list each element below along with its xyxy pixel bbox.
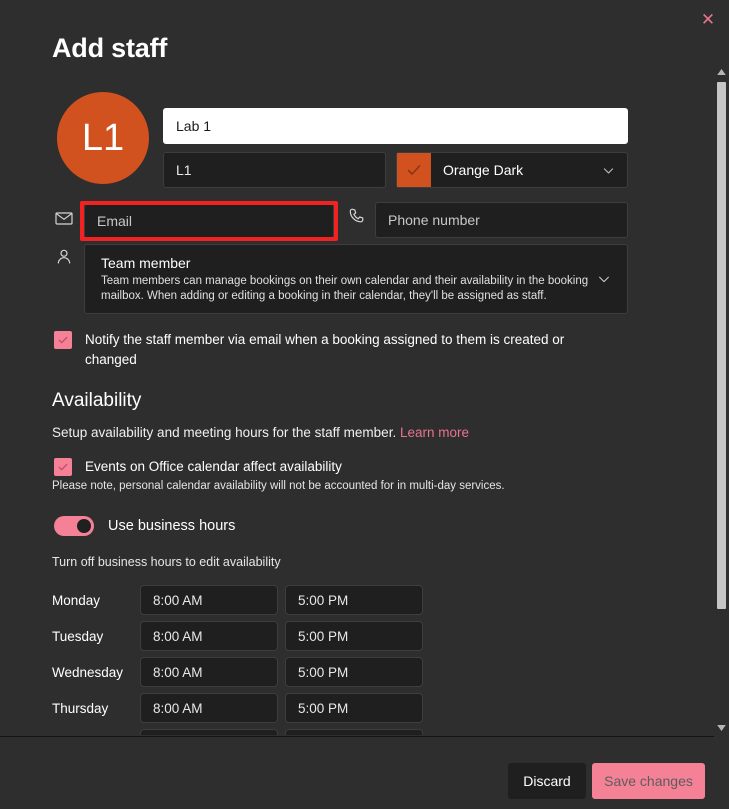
color-select[interactable]: Orange Dark	[396, 152, 628, 188]
start-time-field[interactable]: 8:00 AM	[140, 585, 278, 615]
notify-staff-label: Notify the staff member via email when a…	[85, 330, 605, 369]
day-label: Thursday	[52, 701, 140, 716]
table-row: Tuesday 8:00 AM 5:00 PM	[52, 618, 472, 654]
table-row	[52, 726, 472, 735]
close-icon[interactable]: ✕	[695, 6, 721, 32]
scroll-down-icon[interactable]	[714, 720, 729, 736]
add-staff-panel: ✕ Add staff L1 Orange Dark	[0, 0, 729, 809]
role-description: Team members can manage bookings on thei…	[101, 274, 589, 302]
business-hours-row[interactable]: Use business hours	[54, 516, 235, 536]
email-input[interactable]	[84, 204, 334, 238]
phone-input[interactable]	[375, 202, 628, 238]
availability-heading: Availability	[52, 390, 141, 412]
office-calendar-note: Please note, personal calendar availabil…	[52, 480, 505, 492]
start-time-field[interactable]: 8:00 AM	[140, 657, 278, 687]
start-time-field[interactable]: 8:00 AM	[140, 693, 278, 723]
save-changes-button[interactable]: Save changes	[592, 763, 705, 799]
end-time-field[interactable]: 5:00 PM	[285, 621, 423, 651]
end-time-field[interactable]	[285, 729, 423, 735]
availability-description-text: Setup availability and meeting hours for…	[52, 425, 396, 440]
day-label: Monday	[52, 593, 140, 608]
chevron-down-icon	[589, 272, 619, 286]
scroll-up-icon[interactable]	[714, 64, 729, 80]
chevron-down-icon	[602, 164, 627, 177]
business-hours-toggle[interactable]	[54, 516, 94, 536]
color-select-value: Orange Dark	[431, 162, 602, 178]
table-row: Monday 8:00 AM 5:00 PM	[52, 582, 472, 618]
role-title: Team member	[101, 255, 589, 271]
notify-staff-row[interactable]: Notify the staff member via email when a…	[54, 330, 614, 369]
table-row: Wednesday 8:00 AM 5:00 PM	[52, 654, 472, 690]
initials-input[interactable]	[163, 152, 386, 188]
discard-button[interactable]: Discard	[508, 763, 586, 799]
office-calendar-checkbox[interactable]	[54, 458, 72, 476]
end-time-field[interactable]: 5:00 PM	[285, 693, 423, 723]
day-label: Wednesday	[52, 665, 140, 680]
role-select[interactable]: Team member Team members can manage book…	[84, 244, 628, 314]
business-hours-note: Turn off business hours to edit availabi…	[52, 555, 281, 569]
avatar-initials: L1	[82, 117, 124, 160]
notify-staff-checkbox[interactable]	[54, 331, 72, 349]
business-hours-table: Monday 8:00 AM 5:00 PM Tuesday 8:00 AM 5…	[52, 582, 472, 735]
toggle-knob	[77, 519, 91, 533]
scroll-content: L1 Orange Dark	[0, 72, 715, 735]
display-name-input[interactable]	[163, 108, 628, 144]
avatar: L1	[57, 92, 149, 184]
office-calendar-row[interactable]: Events on Office calendar affect availab…	[54, 457, 614, 477]
page-title: Add staff	[52, 33, 167, 64]
day-label: Tuesday	[52, 629, 140, 644]
footer: Discard Save changes	[0, 737, 729, 809]
role-text: Team member Team members can manage book…	[101, 255, 589, 302]
color-swatch	[397, 153, 431, 187]
business-hours-label: Use business hours	[108, 518, 235, 534]
start-time-field[interactable]: 8:00 AM	[140, 621, 278, 651]
learn-more-link[interactable]: Learn more	[400, 425, 469, 440]
office-calendar-label: Events on Office calendar affect availab…	[85, 457, 342, 477]
table-row: Thursday 8:00 AM 5:00 PM	[52, 690, 472, 726]
end-time-field[interactable]: 5:00 PM	[285, 585, 423, 615]
person-icon	[54, 247, 74, 267]
availability-description: Setup availability and meeting hours for…	[52, 425, 469, 440]
scrollbar[interactable]	[714, 64, 729, 736]
scrollbar-thumb[interactable]	[717, 82, 726, 609]
start-time-field[interactable]	[140, 729, 278, 735]
envelope-icon	[54, 208, 74, 228]
end-time-field[interactable]: 5:00 PM	[285, 657, 423, 687]
phone-icon	[347, 206, 367, 226]
